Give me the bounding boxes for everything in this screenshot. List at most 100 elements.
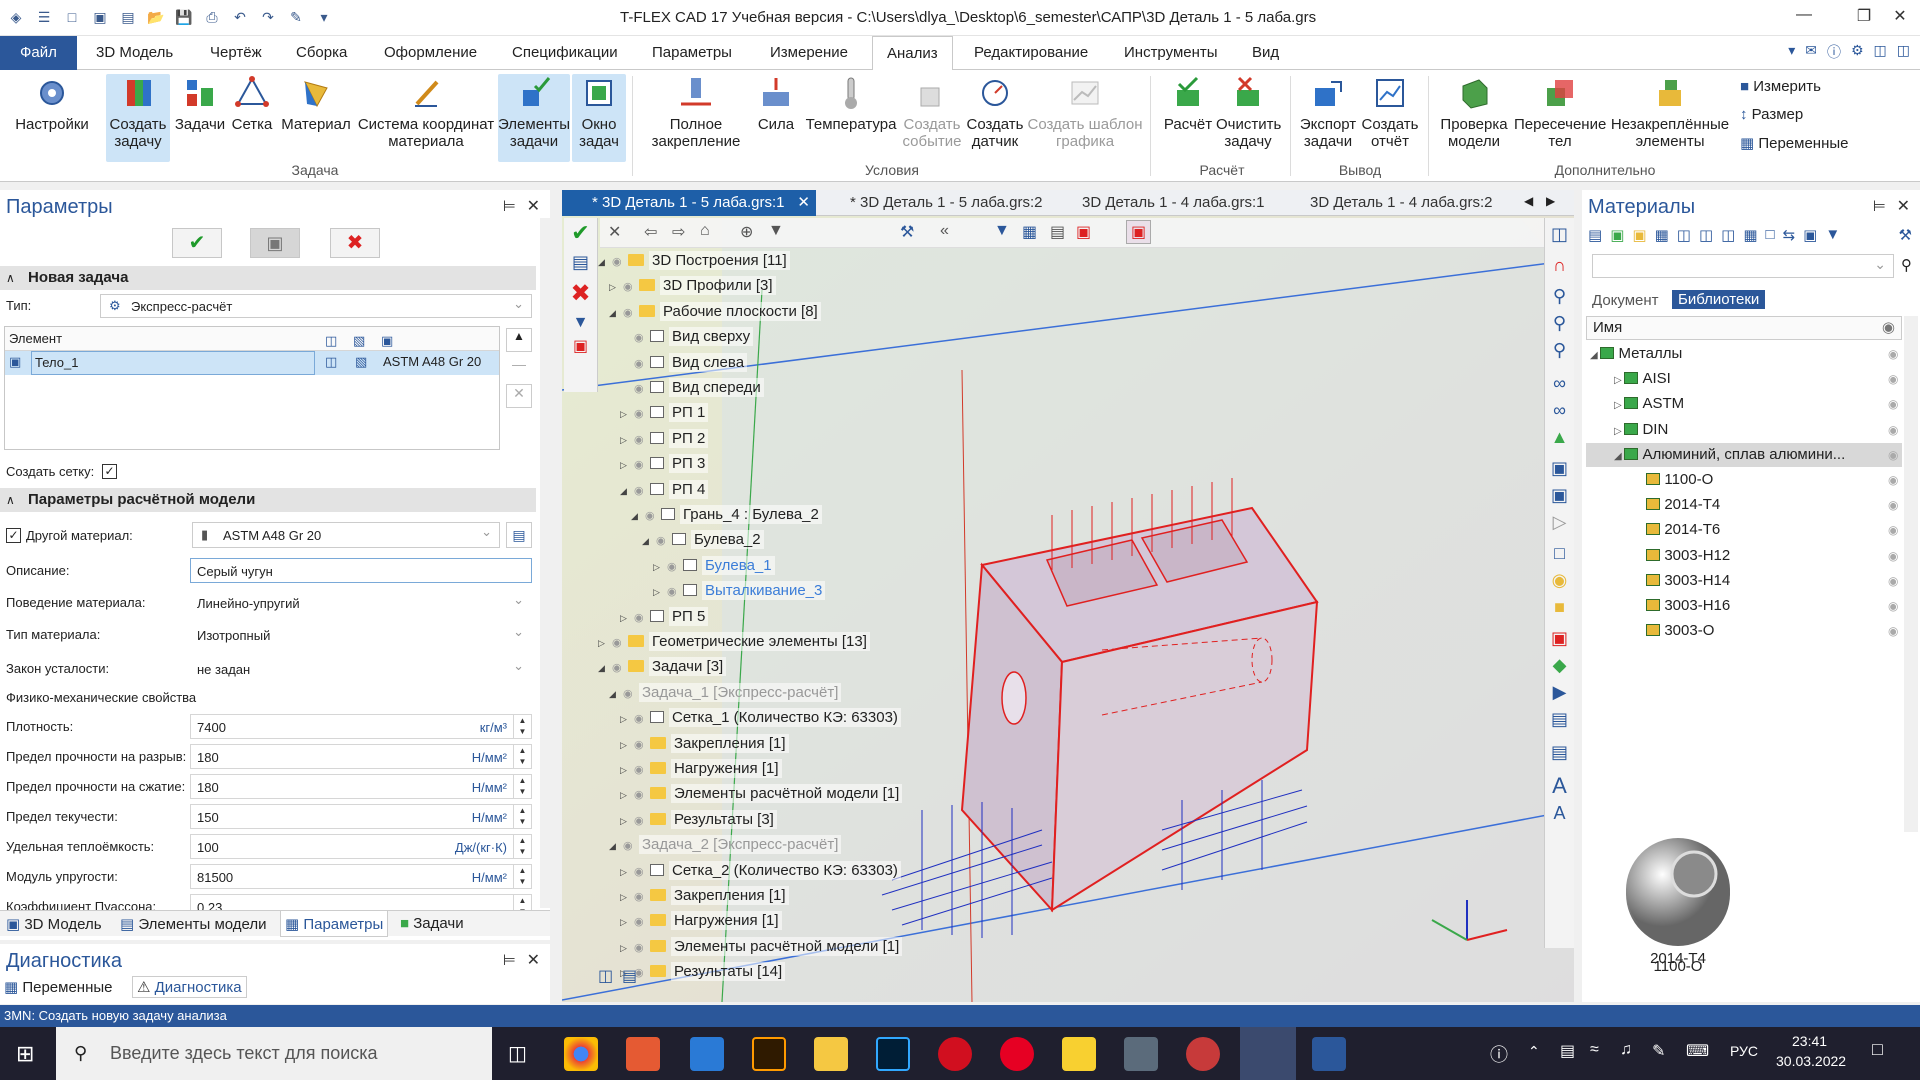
- filter-clear-icon[interactable]: ▣: [1076, 222, 1091, 242]
- tree-node[interactable]: ◢ ◉ Задача_2 [Экспресс-расчёт]: [609, 834, 842, 857]
- body-icon[interactable]: ◫: [325, 329, 337, 353]
- material-tools-icon[interactable]: ⚒: [1899, 226, 1912, 244]
- selection-filter-icon[interactable]: ▼: [994, 222, 1010, 240]
- visibility-icon[interactable]: ◉: [612, 632, 628, 654]
- settings-gear-icon[interactable]: ⚙: [1851, 42, 1864, 62]
- section-model-params[interactable]: Параметры расчётной модели: [0, 488, 536, 512]
- material-tree-item[interactable]: ▷ DIN: [1614, 418, 1668, 442]
- tab-3d-model[interactable]: 3D Модель: [88, 36, 181, 70]
- expander-icon[interactable]: ▷: [620, 886, 634, 908]
- close-icon[interactable]: ✕: [527, 944, 540, 978]
- tree-node[interactable]: ◢ ◉ 3D Построения [11]: [598, 250, 790, 272]
- doc-tab-3[interactable]: 3D Деталь 1 - 4 лаба.grs:1: [1052, 190, 1278, 216]
- copy-icon[interactable]: ◫: [1677, 226, 1691, 250]
- view-cube-2-icon[interactable]: ▣: [1545, 485, 1574, 506]
- illustrator-icon[interactable]: [752, 1037, 786, 1071]
- other-material-select[interactable]: ▮ ASTM A48 Gr 20: [192, 522, 500, 548]
- mesh-small-icon[interactable]: ▧: [353, 329, 365, 353]
- properties-icon[interactable]: ▦: [1743, 226, 1757, 250]
- left-scrollbar[interactable]: [540, 218, 550, 908]
- expander-icon[interactable]: ◢: [1590, 350, 1600, 361]
- undo-icon[interactable]: ↶: [230, 6, 250, 28]
- expander-icon[interactable]: ▷: [620, 861, 634, 883]
- chrome-icon[interactable]: [564, 1037, 598, 1071]
- tree-node[interactable]: ▷ ◉ Элементы расчётной модели [1]: [620, 936, 903, 958]
- magnet-icon[interactable]: ∩: [1545, 255, 1574, 276]
- word-icon[interactable]: [1312, 1037, 1346, 1071]
- tab-analysis[interactable]: Анализ: [872, 36, 953, 71]
- description-input[interactable]: Серый чугун: [190, 558, 532, 583]
- visibility-icon[interactable]: ◉: [634, 734, 650, 756]
- view-2-icon[interactable]: ▤: [1545, 742, 1574, 763]
- calc-button[interactable]: Расчёт: [1160, 74, 1216, 133]
- help-tray-icon[interactable]: ⓘ: [1490, 1041, 1508, 1067]
- opera-icon[interactable]: [938, 1037, 972, 1071]
- pin-icon[interactable]: ⊨: [1873, 190, 1886, 224]
- viewport-ok-icon[interactable]: ✔: [564, 220, 597, 246]
- save-icon[interactable]: 💾: [174, 6, 194, 28]
- tree-node[interactable]: ▷ ◉ Элементы расчётной модели [1]: [620, 783, 903, 805]
- task-elements-button[interactable]: Элементы задачи: [498, 74, 570, 162]
- visibility-icon[interactable]: ◉: [623, 302, 639, 324]
- clock-date[interactable]: 30.03.2022: [1776, 1053, 1846, 1069]
- target-icon[interactable]: ⊕: [740, 222, 753, 242]
- box-icon[interactable]: □: [1545, 543, 1574, 564]
- tab-file[interactable]: Файл: [0, 36, 77, 70]
- camera-icon[interactable]: ▶: [1545, 682, 1574, 703]
- tab-specifications[interactable]: Спецификации: [504, 36, 626, 70]
- glasses-2-icon[interactable]: ∞: [1545, 400, 1574, 421]
- volume-icon[interactable]: ♫: [1620, 1041, 1632, 1059]
- clear-task-button[interactable]: Очистить задачу: [1216, 74, 1281, 150]
- phys-input[interactable]: 7400 кг/м³ ▲ ▼: [190, 714, 532, 739]
- behavior-select[interactable]: Линейно-упругий: [190, 590, 532, 615]
- expander-icon[interactable]: ▷: [1614, 426, 1624, 437]
- tree-node[interactable]: ▷ ◉ Нагружения [1]: [620, 910, 782, 932]
- expander-icon[interactable]: ▷: [598, 632, 612, 654]
- expander-icon[interactable]: ▷: [620, 454, 634, 476]
- add-group-icon[interactable]: ▣: [1610, 226, 1624, 250]
- expander-icon[interactable]: ◢: [609, 835, 623, 857]
- text-icon[interactable]: A: [1545, 773, 1574, 799]
- visibility-icon[interactable]: ◉: [634, 607, 650, 629]
- check-model-button[interactable]: Проверка модели: [1434, 74, 1514, 150]
- wifi-icon[interactable]: ≈: [1590, 1041, 1599, 1059]
- visibility-icon[interactable]: ◉: [634, 327, 650, 349]
- material-tree-item[interactable]: ◢ Металлы: [1590, 342, 1682, 366]
- visibility-icon[interactable]: ◉: [634, 480, 650, 502]
- tab-diagnostics[interactable]: ⚠ Диагностика: [132, 976, 247, 998]
- cancel-button[interactable]: ✖: [330, 228, 380, 258]
- material-visibility-icon[interactable]: ◉: [1888, 367, 1898, 391]
- email-icon[interactable]: ✉: [1805, 42, 1817, 62]
- doc-tab-2[interactable]: * 3D Деталь 1 - 5 лаба.grs:2: [820, 190, 1050, 216]
- visibility-icon[interactable]: ◉: [634, 911, 650, 933]
- visibility-icon[interactable]: ◉: [645, 505, 661, 527]
- tree-view-icon[interactable]: ◫: [598, 966, 613, 986]
- tab-model-elements[interactable]: ▤ Элементы модели: [120, 915, 267, 933]
- tab-variables[interactable]: ▦ Переменные: [4, 978, 113, 996]
- tree-node[interactable]: ▷ ◉ РП 2: [620, 428, 709, 450]
- expander-icon[interactable]: ▷: [609, 276, 623, 298]
- create-sensor-button[interactable]: Создать датчик: [964, 74, 1026, 150]
- tree-list-icon[interactable]: ▤: [622, 966, 637, 986]
- visibility-icon[interactable]: ◉: [634, 708, 650, 730]
- material-visibility-icon[interactable]: ◉: [1888, 569, 1898, 593]
- task-view-icon[interactable]: ◫: [508, 1041, 527, 1066]
- close-tree-icon[interactable]: ✕: [608, 222, 621, 242]
- print-icon[interactable]: ⎙: [202, 6, 222, 28]
- material-small-icon[interactable]: ▣: [381, 329, 393, 353]
- tree-node[interactable]: ◢ ◉ Грань_4 : Булева_2: [631, 504, 822, 526]
- expander-icon[interactable]: ◢: [598, 657, 612, 679]
- close-window-icon[interactable]: ✕: [1888, 6, 1912, 26]
- expand-icon[interactable]: ▼: [768, 222, 784, 240]
- material-tree-item[interactable]: 1100-O: [1638, 468, 1713, 492]
- create-chart-template-button[interactable]: Создать шаблон графика: [1026, 74, 1144, 150]
- clock-time[interactable]: 23:41: [1792, 1033, 1827, 1049]
- material-visibility-icon[interactable]: ◉: [1888, 443, 1898, 467]
- help-icon[interactable]: ⓘ: [1827, 42, 1841, 62]
- expander-icon[interactable]: ▷: [620, 911, 634, 933]
- expander-icon[interactable]: ▷: [620, 708, 634, 730]
- pen-icon[interactable]: ✎: [1652, 1041, 1665, 1061]
- figma-icon[interactable]: [626, 1037, 660, 1071]
- back-icon[interactable]: ⇦: [644, 222, 657, 242]
- tab-measurement[interactable]: Измерение: [762, 36, 856, 70]
